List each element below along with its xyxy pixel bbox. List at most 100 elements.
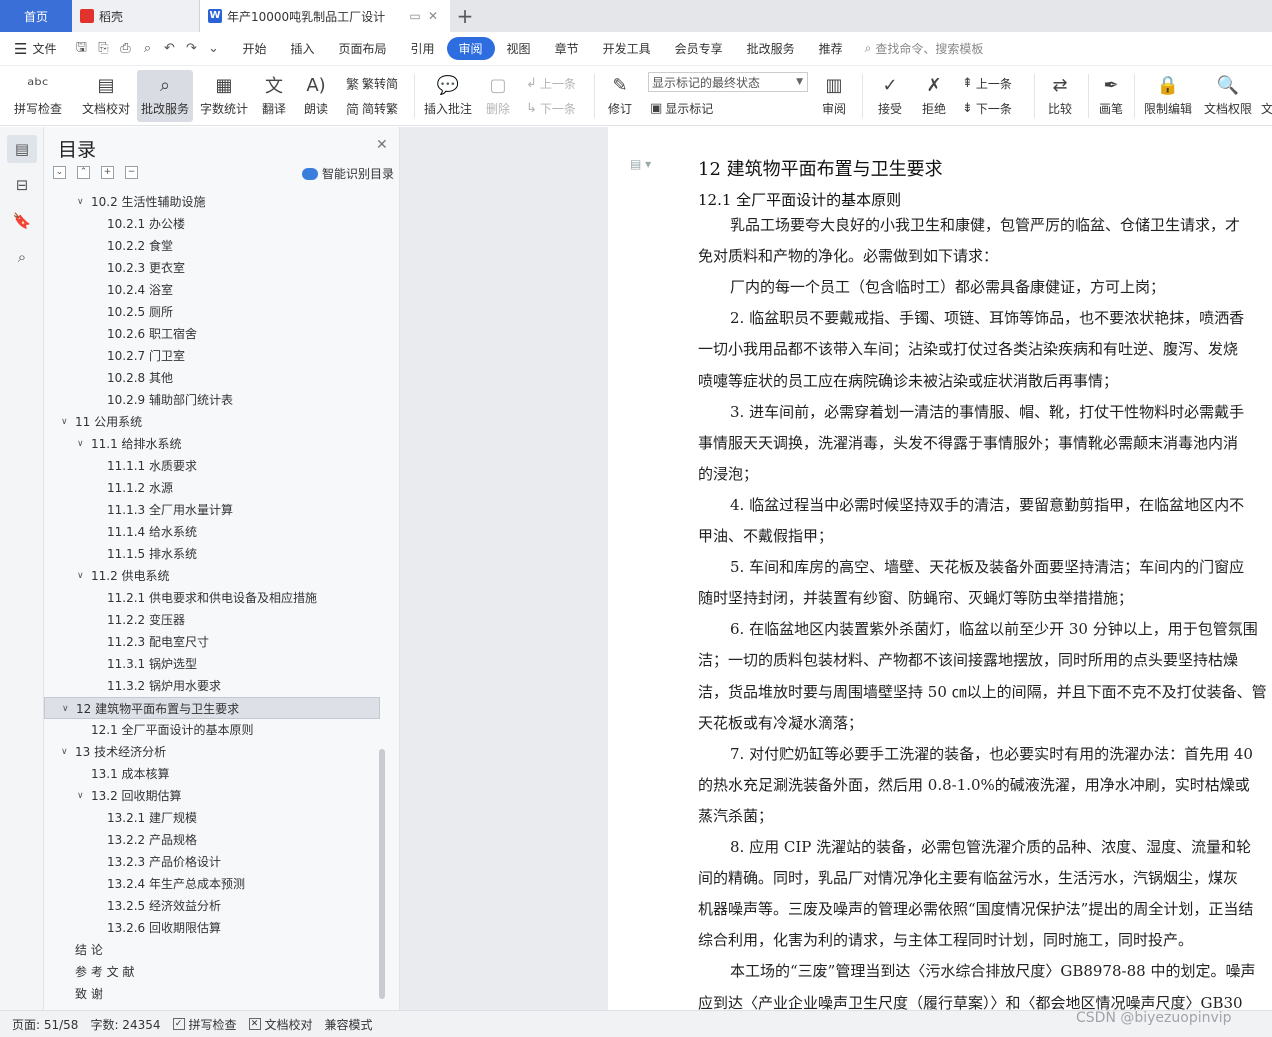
- toc-item[interactable]: 10.2.7 门卫室: [44, 345, 380, 367]
- toc-item[interactable]: 13.2.1 建厂规模: [44, 807, 380, 829]
- chevron-down-icon[interactable]: ∨: [61, 411, 68, 433]
- translate-button[interactable]: 文翻译: [256, 70, 292, 122]
- toc-item[interactable]: 13.2.5 经济效益分析: [44, 895, 380, 917]
- menu-tab[interactable]: 会员专享: [663, 37, 735, 60]
- print-preview-icon[interactable]: ⌕: [138, 41, 156, 56]
- tab-document[interactable]: W 年产10000吨乳制品工厂设计 ▭ ✕: [200, 0, 450, 32]
- toc-item[interactable]: 11.2.1 供电要求和供电设备及相应措施: [44, 587, 380, 609]
- toc-item[interactable]: 13.2.2 产品规格: [44, 829, 380, 851]
- prev-comment-button[interactable]: ↲ 上一条: [526, 73, 576, 93]
- reject-button[interactable]: ✗ 拒绝: [914, 70, 954, 122]
- trad-to-simp-button[interactable]: 繁繁转简: [346, 73, 398, 93]
- menu-tab[interactable]: 页面布局: [327, 37, 399, 60]
- toc-item[interactable]: 11.3.2 锅炉用水要求: [44, 675, 380, 697]
- correction-service-button[interactable]: ⌕ 批改服务: [137, 70, 193, 122]
- document-page[interactable]: ▤ ▾ 12 建筑物平面布置与卫生要求 12.1 全厂平面设计的基本原则 乳品工…: [608, 127, 1272, 1010]
- toc-panel-icon[interactable]: ▤: [7, 135, 37, 163]
- toc-item[interactable]: 11.2.2 变压器: [44, 609, 380, 631]
- page-marker-icon[interactable]: ▤ ▾: [630, 157, 651, 171]
- chevron-down-icon[interactable]: ∨: [77, 565, 84, 587]
- collapse-all-icon[interactable]: ⌄: [53, 166, 66, 179]
- toc-item[interactable]: ∨ 11.2 供电系统: [44, 565, 380, 587]
- menu-tab[interactable]: 开发工具: [591, 37, 663, 60]
- toc-item[interactable]: 结 论: [44, 939, 380, 961]
- undo-icon[interactable]: ↶: [160, 41, 178, 56]
- save-icon[interactable]: 🖫: [72, 38, 90, 60]
- pen-button[interactable]: ✒ 画笔: [1094, 70, 1128, 122]
- toc-item[interactable]: 11.1.1 水质要求: [44, 455, 380, 477]
- menu-tab[interactable]: 引用: [399, 37, 447, 60]
- toc-item[interactable]: 10.2.9 辅助部门统计表: [44, 389, 380, 411]
- tab-home[interactable]: 首页: [0, 0, 72, 32]
- export-pdf-icon[interactable]: ⎘: [94, 41, 112, 56]
- toc-item[interactable]: 11.3.1 锅炉选型: [44, 653, 380, 675]
- tab-daoke[interactable]: 稻壳: [72, 0, 200, 32]
- toc-item[interactable]: ∨ 13 技术经济分析: [44, 741, 380, 763]
- chevron-down-icon[interactable]: ∨: [77, 433, 84, 455]
- page-count[interactable]: 页面: 51/58: [12, 1016, 78, 1033]
- proofread-status[interactable]: ✕ 文档校对: [248, 1016, 313, 1033]
- chevron-down-icon[interactable]: ∨: [77, 785, 84, 807]
- proofread-button[interactable]: ▤ 文档校对: [78, 70, 134, 122]
- add-heading-icon[interactable]: +: [101, 166, 114, 179]
- toc-item[interactable]: 10.2.8 其他: [44, 367, 380, 389]
- menu-tab[interactable]: 章节: [543, 37, 591, 60]
- smart-toc-button[interactable]: 智能识别目录: [302, 165, 394, 182]
- customize-icon[interactable]: ⌄: [204, 41, 222, 56]
- toc-item[interactable]: 13.2.3 产品价格设计: [44, 851, 380, 873]
- toc-item[interactable]: 10.2.2 食堂: [44, 235, 380, 257]
- accept-button[interactable]: ✓ 接受: [870, 70, 910, 122]
- menu-tab[interactable]: 审阅: [446, 37, 495, 60]
- chapter-panel-icon[interactable]: ⊟: [7, 171, 37, 199]
- close-icon[interactable]: ✕: [424, 9, 442, 23]
- toc-item[interactable]: 13.2.6 回收期限估算: [44, 917, 380, 939]
- toc-item[interactable]: ∨ 10.2 生活性辅助设施: [44, 191, 380, 213]
- show-markup-button[interactable]: ▣ 显示标记: [650, 98, 713, 118]
- chevron-down-icon[interactable]: ∨: [77, 191, 84, 213]
- expand-up-icon[interactable]: ⌃: [77, 166, 90, 179]
- command-search[interactable]: ⌕ 查找命令、搜索模板: [865, 40, 984, 57]
- remove-heading-icon[interactable]: −: [125, 166, 138, 179]
- toc-scrollbar[interactable]: [379, 749, 385, 999]
- monitor-icon[interactable]: ▭: [406, 9, 424, 23]
- restrict-editing-button[interactable]: 🔒 限制编辑: [1140, 70, 1196, 122]
- more-ribbon-button[interactable]: 文: [1260, 70, 1272, 122]
- document-rights-button[interactable]: 🔍 文档权限: [1200, 70, 1256, 122]
- close-icon[interactable]: ✕: [376, 137, 388, 153]
- toc-item[interactable]: ∨ 12 建筑物平面布置与卫生要求: [44, 697, 380, 719]
- chevron-down-icon[interactable]: ∨: [62, 698, 69, 720]
- toc-item[interactable]: ∨ 11 公用系统: [44, 411, 380, 433]
- toc-item[interactable]: 致 谢: [44, 983, 380, 1005]
- toc-item[interactable]: 11.1.5 排水系统: [44, 543, 380, 565]
- toc-item[interactable]: 10.2.6 职工宿舍: [44, 323, 380, 345]
- toc-item[interactable]: 10.2.4 浴室: [44, 279, 380, 301]
- next-change-button[interactable]: ⇟ 下一条: [962, 98, 1012, 118]
- toc-item[interactable]: ∨ 13.2 回收期估算: [44, 785, 380, 807]
- search-icon[interactable]: ⌕: [7, 243, 37, 271]
- prev-change-button[interactable]: ⇞ 上一条: [962, 73, 1012, 93]
- insert-comment-button[interactable]: 💬 插入批注: [422, 70, 474, 122]
- toc-item[interactable]: 11.1.4 给水系统: [44, 521, 380, 543]
- toc-item[interactable]: 10.2.3 更衣室: [44, 257, 380, 279]
- word-count[interactable]: 字数: 24354: [90, 1016, 160, 1033]
- toc-item[interactable]: 11.2.3 配电室尺寸: [44, 631, 380, 653]
- redo-icon[interactable]: ↷: [182, 41, 200, 56]
- track-changes-button[interactable]: ✎ 修订: [600, 70, 640, 122]
- chevron-down-icon[interactable]: ∨: [61, 741, 68, 763]
- toc-item[interactable]: 11.1.3 全厂用水量计算: [44, 499, 380, 521]
- new-tab-button[interactable]: +: [450, 0, 480, 32]
- toc-item[interactable]: 13.2.4 年生产总成本预测: [44, 873, 380, 895]
- wordcount-button[interactable]: ▦ 字数统计: [198, 70, 250, 122]
- delete-comment-button[interactable]: ▢ 删除: [480, 70, 516, 122]
- bookmark-icon[interactable]: 🔖: [7, 207, 37, 235]
- review-pane-button[interactable]: ▥ 审阅: [814, 70, 854, 122]
- toc-item[interactable]: 13.1 成本核算: [44, 763, 380, 785]
- toc-item[interactable]: 12.1 全厂平面设计的基本原则: [44, 719, 380, 741]
- menu-tab[interactable]: 开始: [230, 37, 278, 60]
- menu-tab[interactable]: 插入: [278, 37, 326, 60]
- file-menu[interactable]: ☰ 文件: [0, 40, 64, 58]
- spellcheck-status[interactable]: ✓ 拼写检查: [172, 1016, 237, 1033]
- toc-item[interactable]: 参 考 文 献: [44, 961, 380, 983]
- menu-tab[interactable]: 视图: [495, 37, 543, 60]
- print-icon[interactable]: ⎙: [116, 41, 134, 56]
